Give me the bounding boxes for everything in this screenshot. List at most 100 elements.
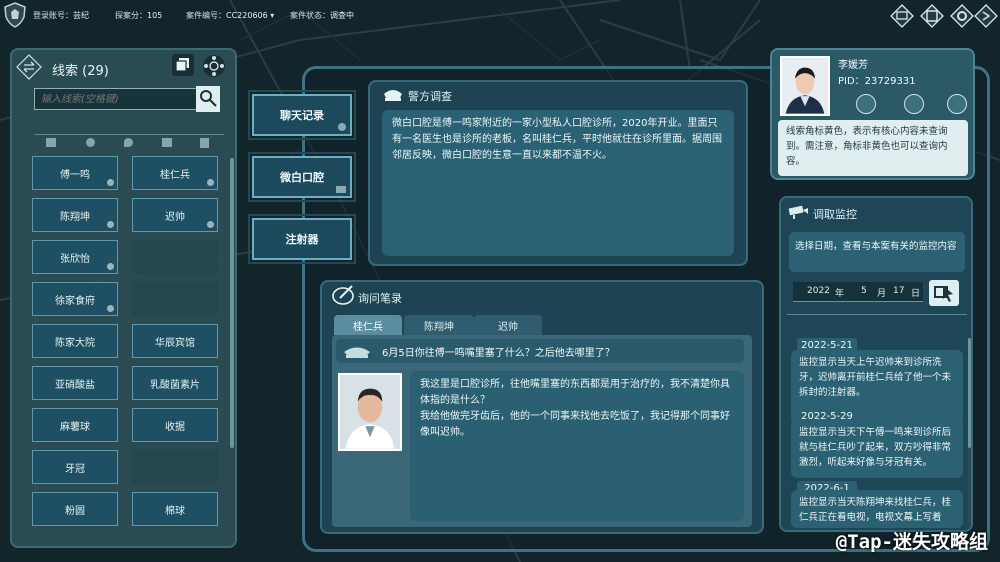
clue-item[interactable]: 陈家大院: [32, 324, 118, 358]
detective-pid: PID：23729331: [838, 76, 916, 87]
clue-scroll-thumb[interactable]: [230, 158, 234, 448]
date-day-unit: 日: [911, 289, 921, 299]
police-cap-icon: [384, 90, 402, 101]
watermark: @Tap-迷失攻略组: [835, 531, 988, 553]
tab-chat-records-label: 聊天记录: [280, 109, 324, 122]
date-picker[interactable]: 2022 年 5 月 17 日: [793, 282, 923, 302]
case-status: 案件状态：调查中: [290, 11, 354, 20]
clue-item[interactable]: 亚硝酸盐: [32, 366, 118, 400]
date-month-unit: 月: [877, 289, 887, 299]
tab-gui-renbing[interactable]: 桂仁兵: [334, 315, 402, 335]
answer-line-1: 我这里是口腔诊所，往他嘴里塞的东西都是用于治疗的，我不清楚你具体指的是什么？: [420, 379, 730, 406]
filter-item-icon[interactable]: [162, 138, 172, 147]
surveillance-entry[interactable]: 监控显示当天下午傅一鸣来到诊所后就与桂仁兵吵了起来，双方吵得非常激烈，听起来好像…: [791, 420, 963, 478]
filter-note-icon[interactable]: [200, 138, 209, 148]
surveillance-scroll-thumb[interactable]: [968, 338, 971, 448]
clue-item-label: 华辰宾馆: [155, 337, 195, 349]
question-row: 6月5日你往傅一鸣嘴里塞了什么？之后他去哪里了？: [336, 339, 744, 363]
clue-marker-icon: [107, 305, 114, 312]
clue-count-title: 线索 (29): [52, 64, 109, 79]
clue-marker-icon: [107, 263, 114, 270]
clue-item[interactable]: 乳酸菌素片: [132, 366, 218, 400]
login-account: 登录账号：芸纪: [33, 11, 89, 20]
clue-empty-slot: [132, 450, 218, 484]
clue-empty-slot: [132, 240, 218, 274]
tab-chi-shuai[interactable]: 迟帅: [474, 315, 542, 335]
exit-icon[interactable]: [974, 4, 998, 28]
tab-chen-xiangkun-label: 陈翔坤: [424, 321, 454, 333]
surveillance-entry[interactable]: 监控显示当天陈翔坤来找桂仁兵，桂仁兵正在看电视，电视文幕上写着: [791, 490, 963, 528]
date-month[interactable]: 5: [861, 286, 867, 296]
clue-item[interactable]: 徐家食府: [32, 282, 118, 316]
tab-chen-xiangkun[interactable]: 陈翔坤: [404, 315, 474, 335]
clue-item[interactable]: 棉球: [132, 492, 218, 526]
clue-hint-note: 线索角标黄色，表示有核心内容未查询到。需注意，角标非黄色也可以查询内容。: [778, 120, 968, 176]
settings-icon[interactable]: [950, 4, 974, 28]
interrogation-title: 询问笔录: [358, 292, 402, 305]
query-surveillance-icon[interactable]: [929, 280, 959, 306]
clue-item[interactable]: 傅一鸣: [32, 156, 118, 190]
police-badge-icon: [4, 2, 26, 28]
top-bar: 登录账号：芸纪 探案分：105 案件编号：CC220606 ▾ 案件状态：调查中: [0, 0, 1000, 30]
clue-marker-icon: [107, 221, 114, 228]
police-investigation-text: 微白口腔是傅一鸣家附近的一家小型私人口腔诊所，2020年开业。里面只有一名医生也…: [382, 110, 734, 256]
profile-card-icon[interactable]: [856, 94, 876, 114]
case-number-select[interactable]: 案件编号：CC220606 ▾: [186, 10, 274, 21]
question-text: 6月5日你往傅一鸣嘴里塞了什么？之后他去哪里了？: [382, 348, 615, 359]
search-icon[interactable]: [196, 86, 220, 112]
monitor-icon[interactable]: [890, 4, 914, 28]
filter-document-icon[interactable]: [46, 138, 56, 147]
tab-syringe[interactable]: 注射器: [248, 214, 356, 264]
police-investigation-title: 警方调查: [408, 90, 452, 103]
cctv-camera-icon: [788, 205, 808, 219]
clue-item-label: 桂仁兵: [160, 169, 190, 181]
clue-item-label: 张欣怡: [60, 253, 90, 265]
clue-panel: 线索 (29) 傅一鸣 桂仁兵陈翔坤 迟帅张欣怡徐家食府陈家大院 华辰宾馆亚硝酸盐 乳酸…: [10, 48, 237, 548]
network-icon[interactable]: [202, 54, 226, 78]
clue-item-label: 收据: [165, 421, 185, 433]
filter-person-icon[interactable]: [86, 138, 95, 147]
clue-empty-slot: [132, 282, 218, 316]
profile-badge-icon[interactable]: [947, 94, 967, 114]
clue-item[interactable]: 粉圆: [32, 492, 118, 526]
clue-item-label: 棉球: [165, 505, 185, 517]
clue-item-label: 傅一鸣: [60, 169, 90, 181]
clue-item[interactable]: 收据: [132, 408, 218, 442]
tab-chat-records[interactable]: 聊天记录: [248, 90, 356, 140]
police-cap-icon: [344, 347, 370, 358]
clue-swap-icon[interactable]: [16, 54, 42, 80]
clue-item[interactable]: 陈翔坤: [32, 198, 118, 232]
tab-chat-marker-icon: [338, 123, 346, 131]
tab-weibai-clinic-label: 微白口腔: [280, 171, 324, 184]
clue-item[interactable]: 牙冠: [32, 450, 118, 484]
answer-box: 我这里是口腔诊所，往他嘴里塞的东西都是用于治疗的，我不清楚你具体指的是什么？ 我…: [410, 371, 744, 521]
clue-item[interactable]: 迟帅: [132, 198, 218, 232]
answer-line-2: 我给他做完牙齿后，他的一个同事来找他去吃饭了，我记得那个同事好像叫迟帅。: [420, 411, 730, 438]
clue-item-label: 粉圆: [65, 505, 85, 517]
surveillance-section: 调取监控 选择日期，查看与本案有关的监控内容 2022 年 5 月 17 日 2…: [779, 196, 973, 532]
clue-marker-icon: [207, 221, 214, 228]
clue-item[interactable]: 桂仁兵: [132, 156, 218, 190]
clue-search-input[interactable]: [34, 88, 204, 110]
clue-item[interactable]: 华辰宾馆: [132, 324, 218, 358]
clue-marker-icon: [107, 179, 114, 186]
copy-icon[interactable]: [172, 54, 194, 76]
detective-profile-card: 李媛芳 PID：23729331 线索角标黄色，表示有核心内容未查询到。需注意，…: [770, 48, 975, 180]
tab-chi-shuai-label: 迟帅: [498, 321, 518, 333]
clue-item[interactable]: 麻薯球: [32, 408, 118, 442]
date-day[interactable]: 17: [893, 286, 904, 296]
window-icon[interactable]: [920, 4, 944, 28]
clue-item-label: 迟帅: [165, 211, 185, 223]
clue-item-label: 麻薯球: [60, 421, 90, 433]
clue-item-label: 徐家食府: [55, 295, 95, 307]
surveillance-hint: 选择日期，查看与本案有关的监控内容: [789, 232, 965, 272]
filter-location-icon[interactable]: [124, 138, 133, 147]
clue-item-label: 陈家大院: [55, 337, 95, 349]
clue-item[interactable]: 张欣怡: [32, 240, 118, 274]
profile-person-icon[interactable]: [904, 94, 924, 114]
clue-item-label: 牙冠: [65, 463, 85, 475]
tab-weibai-clinic[interactable]: 微白口腔: [248, 152, 356, 202]
quill-note-icon: [332, 285, 354, 305]
clue-item-label: 乳酸菌素片: [150, 379, 200, 391]
date-year[interactable]: 2022: [807, 286, 830, 296]
